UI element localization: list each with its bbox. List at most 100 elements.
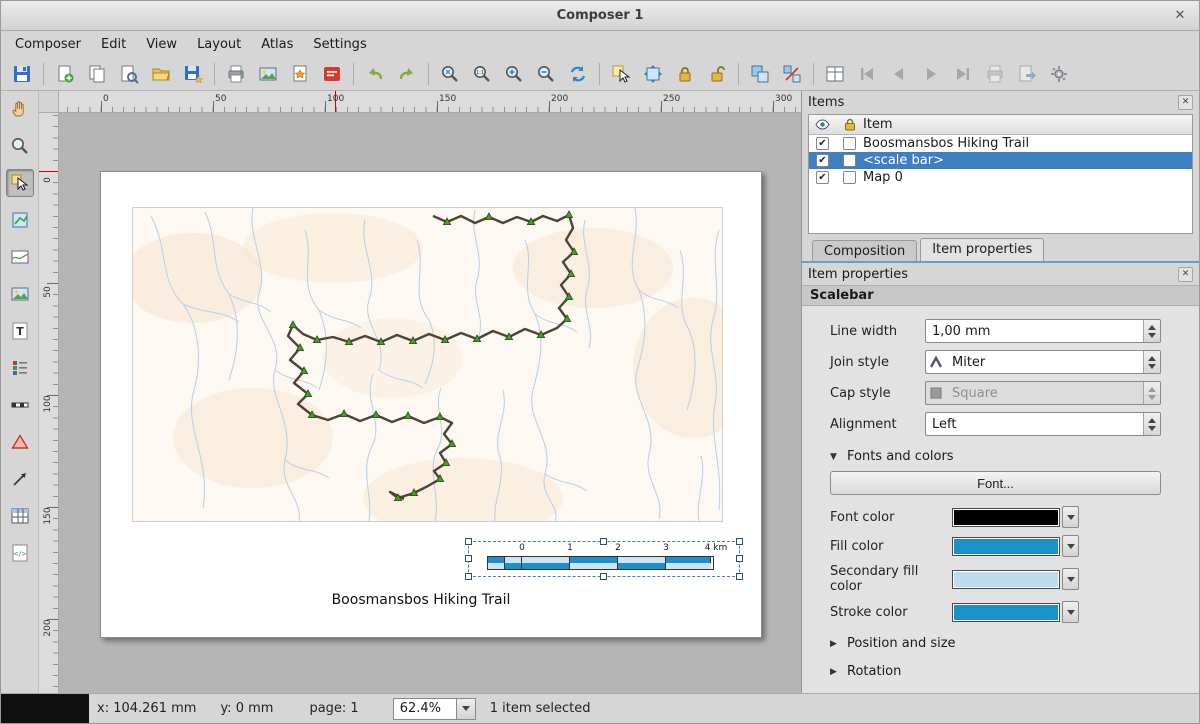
zoom-level-value: 62.4% [393, 698, 457, 720]
menu-composer[interactable]: Composer [5, 34, 91, 55]
secondary-fill-color-swatch[interactable] [952, 570, 1060, 589]
add-legend-tool-button[interactable] [6, 354, 34, 382]
tab-item-properties[interactable]: Item properties [920, 238, 1044, 261]
combo-arrows[interactable] [1143, 413, 1160, 435]
fill-color-dropdown[interactable] [1062, 535, 1079, 557]
select-move-item-button[interactable] [606, 60, 636, 88]
selection-handle[interactable] [736, 555, 743, 562]
position-and-size-section[interactable]: ▶ Position and size [830, 636, 1161, 651]
font-color-dropdown[interactable] [1062, 506, 1079, 528]
add-shape-tool-button[interactable] [6, 428, 34, 456]
atlas-next-feature-button[interactable] [916, 60, 946, 88]
secondary-fill-color-dropdown[interactable] [1062, 568, 1079, 590]
menu-layout[interactable]: Layout [187, 34, 251, 55]
menu-edit[interactable]: Edit [91, 34, 136, 55]
lock-checkbox[interactable] [843, 171, 856, 184]
move-item-content-tool-button[interactable] [6, 206, 34, 234]
menu-atlas[interactable]: Atlas [251, 34, 303, 55]
zoom-full-button[interactable] [435, 60, 465, 88]
zoom-dropdown-icon[interactable] [457, 698, 476, 720]
stroke-color-dropdown[interactable] [1062, 601, 1079, 623]
properties-dock-close-icon[interactable]: ✕ [1178, 267, 1193, 282]
fonts-and-colors-section[interactable]: ▼ Fonts and colors [830, 449, 1161, 464]
atlas-preview-button[interactable] [820, 60, 850, 88]
load-template-button[interactable] [146, 60, 176, 88]
atlas-previous-feature-button[interactable] [884, 60, 914, 88]
atlas-export-button[interactable] [1012, 60, 1042, 88]
zoom-actual-button[interactable]: 1:1 [467, 60, 497, 88]
zoom-out-button[interactable] [531, 60, 561, 88]
map-title-label[interactable]: Boosmansbos Hiking Trail [101, 592, 741, 608]
select-move-item-tool-button[interactable] [6, 169, 34, 197]
selection-handle[interactable] [736, 573, 743, 580]
cap-style-combobox[interactable]: Square [925, 381, 1161, 405]
new-composer-button[interactable] [50, 60, 80, 88]
undo-button[interactable] [360, 60, 390, 88]
fill-color-swatch[interactable] [952, 537, 1060, 556]
zoom-tool-button[interactable] [6, 132, 34, 160]
item-row-hiking-trail[interactable]: ✔ Boosmansbos Hiking Trail [809, 135, 1192, 152]
visibility-checkbox[interactable]: ✔ [816, 171, 829, 184]
composition-canvas[interactable]: 0 1 2 3 4 km [59, 113, 801, 693]
rotation-section[interactable]: ▶ Rotation [830, 664, 1161, 679]
atlas-print-button[interactable] [980, 60, 1010, 88]
combo-arrows[interactable] [1143, 382, 1160, 404]
visibility-checkbox[interactable]: ✔ [816, 154, 829, 167]
selection-handle[interactable] [600, 538, 607, 545]
save-template-button[interactable] [178, 60, 208, 88]
window-close-icon[interactable]: ✕ [1171, 7, 1189, 25]
export-svg-button[interactable] [285, 60, 315, 88]
save-project-button[interactable] [7, 60, 37, 88]
visibility-checkbox[interactable]: ✔ [816, 137, 829, 150]
composer-manager-button[interactable] [114, 60, 144, 88]
font-button[interactable]: Font... [830, 471, 1161, 495]
tab-composition[interactable]: Composition [812, 240, 917, 261]
map-item[interactable] [132, 207, 723, 522]
selection-handle[interactable] [465, 555, 472, 562]
selection-handle[interactable] [600, 573, 607, 580]
spin-buttons[interactable] [1143, 320, 1160, 342]
add-scalebar-tool-button[interactable] [6, 391, 34, 419]
duplicate-composer-button[interactable] [82, 60, 112, 88]
items-dock-close-icon[interactable]: ✕ [1178, 95, 1193, 110]
font-color-swatch[interactable] [952, 508, 1060, 527]
add-attribute-table-tool-button[interactable] [6, 502, 34, 530]
atlas-last-feature-button[interactable] [948, 60, 978, 88]
redo-button[interactable] [392, 60, 422, 88]
add-arrow-tool-button[interactable] [6, 465, 34, 493]
alignment-combobox[interactable]: Left [925, 412, 1161, 436]
stroke-color-swatch[interactable] [952, 603, 1060, 622]
print-button[interactable] [221, 60, 251, 88]
item-row-scalebar[interactable]: ✔ <scale bar> [809, 152, 1192, 169]
export-image-button[interactable] [253, 60, 283, 88]
pan-tool-button[interactable] [6, 95, 34, 123]
export-pdf-button[interactable] [317, 60, 347, 88]
selection-handle[interactable] [465, 538, 472, 545]
group-items-button[interactable] [745, 60, 775, 88]
join-style-combobox[interactable]: Miter [925, 350, 1161, 374]
zoom-in-button[interactable] [499, 60, 529, 88]
atlas-first-feature-button[interactable] [852, 60, 882, 88]
zoom-level-select[interactable]: 62.4% [393, 698, 476, 720]
ungroup-items-button[interactable] [777, 60, 807, 88]
composition-page[interactable]: 0 1 2 3 4 km [100, 171, 762, 638]
line-width-spinbox[interactable]: 1,00 mm [925, 319, 1161, 343]
menu-view[interactable]: View [136, 34, 187, 55]
add-map-tool-button[interactable] [6, 243, 34, 271]
add-html-frame-tool-button[interactable]: </> [6, 539, 34, 567]
item-row-map0[interactable]: ✔ Map 0 [809, 169, 1192, 186]
scalebar-item[interactable]: 0 1 2 3 4 km [469, 542, 739, 576]
refresh-view-button[interactable] [563, 60, 593, 88]
menu-settings[interactable]: Settings [303, 34, 376, 55]
add-label-tool-button[interactable]: T [6, 317, 34, 345]
combo-arrows[interactable] [1143, 351, 1160, 373]
atlas-settings-button[interactable] [1044, 60, 1074, 88]
move-item-content-button[interactable] [638, 60, 668, 88]
selection-handle[interactable] [465, 573, 472, 580]
unlock-items-button[interactable] [702, 60, 732, 88]
add-image-tool-button[interactable] [6, 280, 34, 308]
lock-checkbox[interactable] [843, 154, 856, 167]
selection-handle[interactable] [736, 538, 743, 545]
lock-items-button[interactable] [670, 60, 700, 88]
lock-checkbox[interactable] [843, 137, 856, 150]
